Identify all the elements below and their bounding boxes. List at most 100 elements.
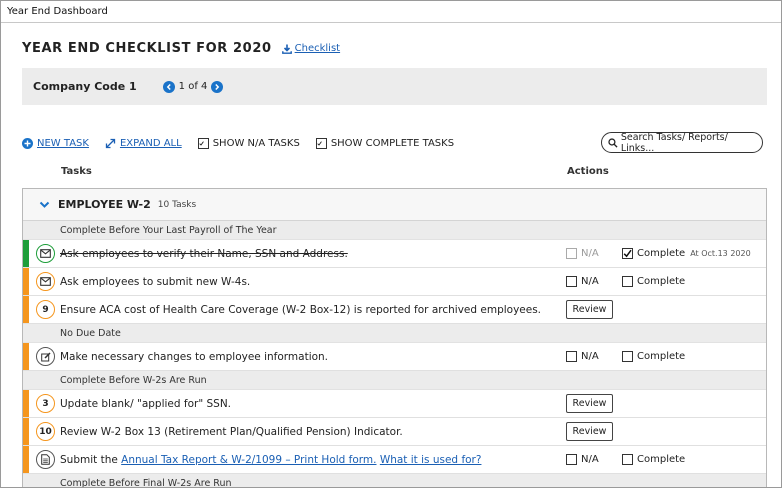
section-header: Complete Before W-2s Are Run [23, 371, 766, 390]
task-text: Ask employees to submit new W-4s. [60, 275, 251, 288]
task-text: Submit the Annual Tax Report & W-2/1099 … [60, 454, 481, 466]
status-indicator-pending [23, 343, 29, 370]
app-window: Year End Dashboard YEAR END CHECKLIST FO… [0, 0, 782, 488]
chevron-right-icon [215, 83, 220, 90]
review-button[interactable]: Review [566, 422, 613, 441]
badge-count: 10 [39, 426, 52, 437]
chevron-down-icon [39, 201, 50, 208]
checkmark-icon [623, 249, 632, 258]
status-indicator-pending [23, 390, 29, 417]
task-text: Ensure ACA cost of Health Care Coverage … [60, 303, 542, 316]
status-indicator-pending [23, 268, 29, 295]
pager-next-button[interactable] [211, 80, 224, 93]
search-input[interactable]: Search Tasks/ Reports/ Links... [601, 132, 763, 154]
na-label: N/A [581, 248, 599, 259]
complete-label: Complete [637, 351, 686, 362]
group-header-employee-w2[interactable]: EMPLOYEE W-2 10 Tasks [23, 189, 766, 221]
show-complete-toggle[interactable]: SHOW COMPLETE TASKS [315, 137, 455, 149]
status-indicator-pending [23, 446, 29, 473]
task-row: Submit the Annual Tax Report & W-2/1099 … [23, 446, 766, 474]
expand-all-button[interactable]: EXPAND ALL [105, 138, 182, 149]
section-header: Complete Before Final W-2s Are Run [23, 474, 766, 487]
checklist-link-label: Checklist [294, 43, 341, 54]
envelope-icon [36, 272, 55, 291]
expand-all-label: EXPAND ALL [119, 137, 182, 149]
complete-checkbox[interactable] [622, 351, 633, 362]
envelope-icon [36, 244, 55, 263]
show-na-checkbox[interactable] [197, 137, 209, 149]
na-toggle[interactable]: N/A [566, 276, 599, 287]
task-text: Ask employees to verify their Name, SSN … [60, 247, 348, 260]
search-icon [608, 137, 618, 148]
new-task-button[interactable]: NEW TASK [22, 137, 89, 149]
expand-arrows-icon [105, 138, 116, 148]
window-title: Year End Dashboard [1, 1, 781, 23]
na-checkbox[interactable] [566, 351, 577, 362]
task-row: Make necessary changes to employee infor… [23, 343, 766, 371]
na-toggle[interactable]: N/A [566, 248, 599, 259]
page-header: YEAR END CHECKLIST FOR 2020 Checklist [22, 41, 340, 56]
task-row: 9 Ensure ACA cost of Health Care Coverag… [23, 296, 766, 324]
show-na-label: SHOW N/A TASKS [212, 137, 300, 149]
badge-count: 9 [42, 304, 49, 315]
annual-tax-report-link[interactable]: Annual Tax Report & W-2/1099 – Print Hol… [121, 454, 376, 466]
complete-toggle[interactable]: Complete [622, 454, 685, 465]
task-toolbar: NEW TASK EXPAND ALL SHOW N/A TASKS SHOW … [22, 132, 767, 154]
task-table: EMPLOYEE W-2 10 Tasks Complete Before Yo… [22, 188, 767, 487]
task-text: Review W-2 Box 13 (Retirement Plan/Quali… [60, 425, 403, 438]
complete-checkbox[interactable] [622, 276, 633, 287]
checklist-download-link[interactable]: Checklist [281, 43, 341, 54]
tasks-column-header: Tasks [61, 166, 92, 177]
show-na-toggle[interactable]: SHOW N/A TASKS [197, 137, 300, 149]
complete-label: Complete [637, 454, 686, 465]
show-complete-checkbox[interactable] [315, 137, 327, 149]
section-header: Complete Before Your Last Payroll of The… [23, 221, 766, 240]
status-indicator-pending [23, 296, 29, 323]
task-row: Ask employees to verify their Name, SSN … [23, 240, 766, 268]
task-row: 10 Review W-2 Box 13 (Retirement Plan/Qu… [23, 418, 766, 446]
complete-toggle[interactable]: Complete At Oct.13 2020 [622, 248, 751, 259]
document-icon [36, 450, 55, 469]
column-headers: Tasks Actions [22, 166, 767, 180]
plus-circle-icon [22, 137, 33, 149]
checkmark-icon [317, 140, 322, 146]
na-toggle[interactable]: N/A [566, 351, 599, 362]
na-label: N/A [581, 351, 599, 362]
pager-prev-button[interactable] [162, 80, 175, 93]
na-checkbox[interactable] [566, 276, 577, 287]
group-task-count: 10 Tasks [157, 199, 197, 210]
complete-checkbox[interactable] [622, 454, 633, 465]
na-toggle[interactable]: N/A [566, 454, 599, 465]
na-checkbox[interactable] [566, 248, 577, 259]
task-row: 3 Update blank/ "applied for" SSN. Revie… [23, 390, 766, 418]
checkmark-icon [199, 140, 204, 146]
na-label: N/A [581, 276, 599, 287]
show-complete-label: SHOW COMPLETE TASKS [330, 137, 455, 149]
badge-count: 3 [42, 398, 49, 409]
actions-column-header: Actions [567, 166, 609, 177]
task-text: Make necessary changes to employee infor… [60, 350, 329, 363]
na-checkbox[interactable] [566, 454, 577, 465]
complete-toggle[interactable]: Complete [622, 276, 685, 287]
what-is-it-used-for-link[interactable]: What it is used for? [380, 454, 482, 466]
complete-toggle[interactable]: Complete [622, 351, 685, 362]
review-button[interactable]: Review [566, 300, 613, 319]
section-header: No Due Date [23, 324, 766, 343]
number-badge-icon: 3 [36, 394, 55, 413]
page-title: YEAR END CHECKLIST FOR 2020 [22, 41, 272, 56]
company-bar: Company Code 1 1 of 4 [22, 68, 767, 105]
company-pager: 1 of 4 [162, 80, 224, 93]
na-label: N/A [581, 454, 599, 465]
review-button[interactable]: Review [566, 394, 613, 413]
complete-checkbox[interactable] [622, 248, 633, 259]
complete-date: At Oct.13 2020 [690, 249, 751, 258]
chevron-left-icon [166, 83, 171, 90]
pager-text: 1 of 4 [178, 81, 208, 92]
task-row: Ask employees to submit new W-4s. N/A Co… [23, 268, 766, 296]
complete-label: Complete [637, 276, 686, 287]
task-text: Update blank/ "applied for" SSN. [60, 397, 232, 410]
group-title: EMPLOYEE W-2 [58, 198, 151, 211]
number-badge-icon: 10 [36, 422, 55, 441]
download-icon [281, 44, 292, 54]
company-code-label: Company Code 1 [33, 80, 137, 93]
